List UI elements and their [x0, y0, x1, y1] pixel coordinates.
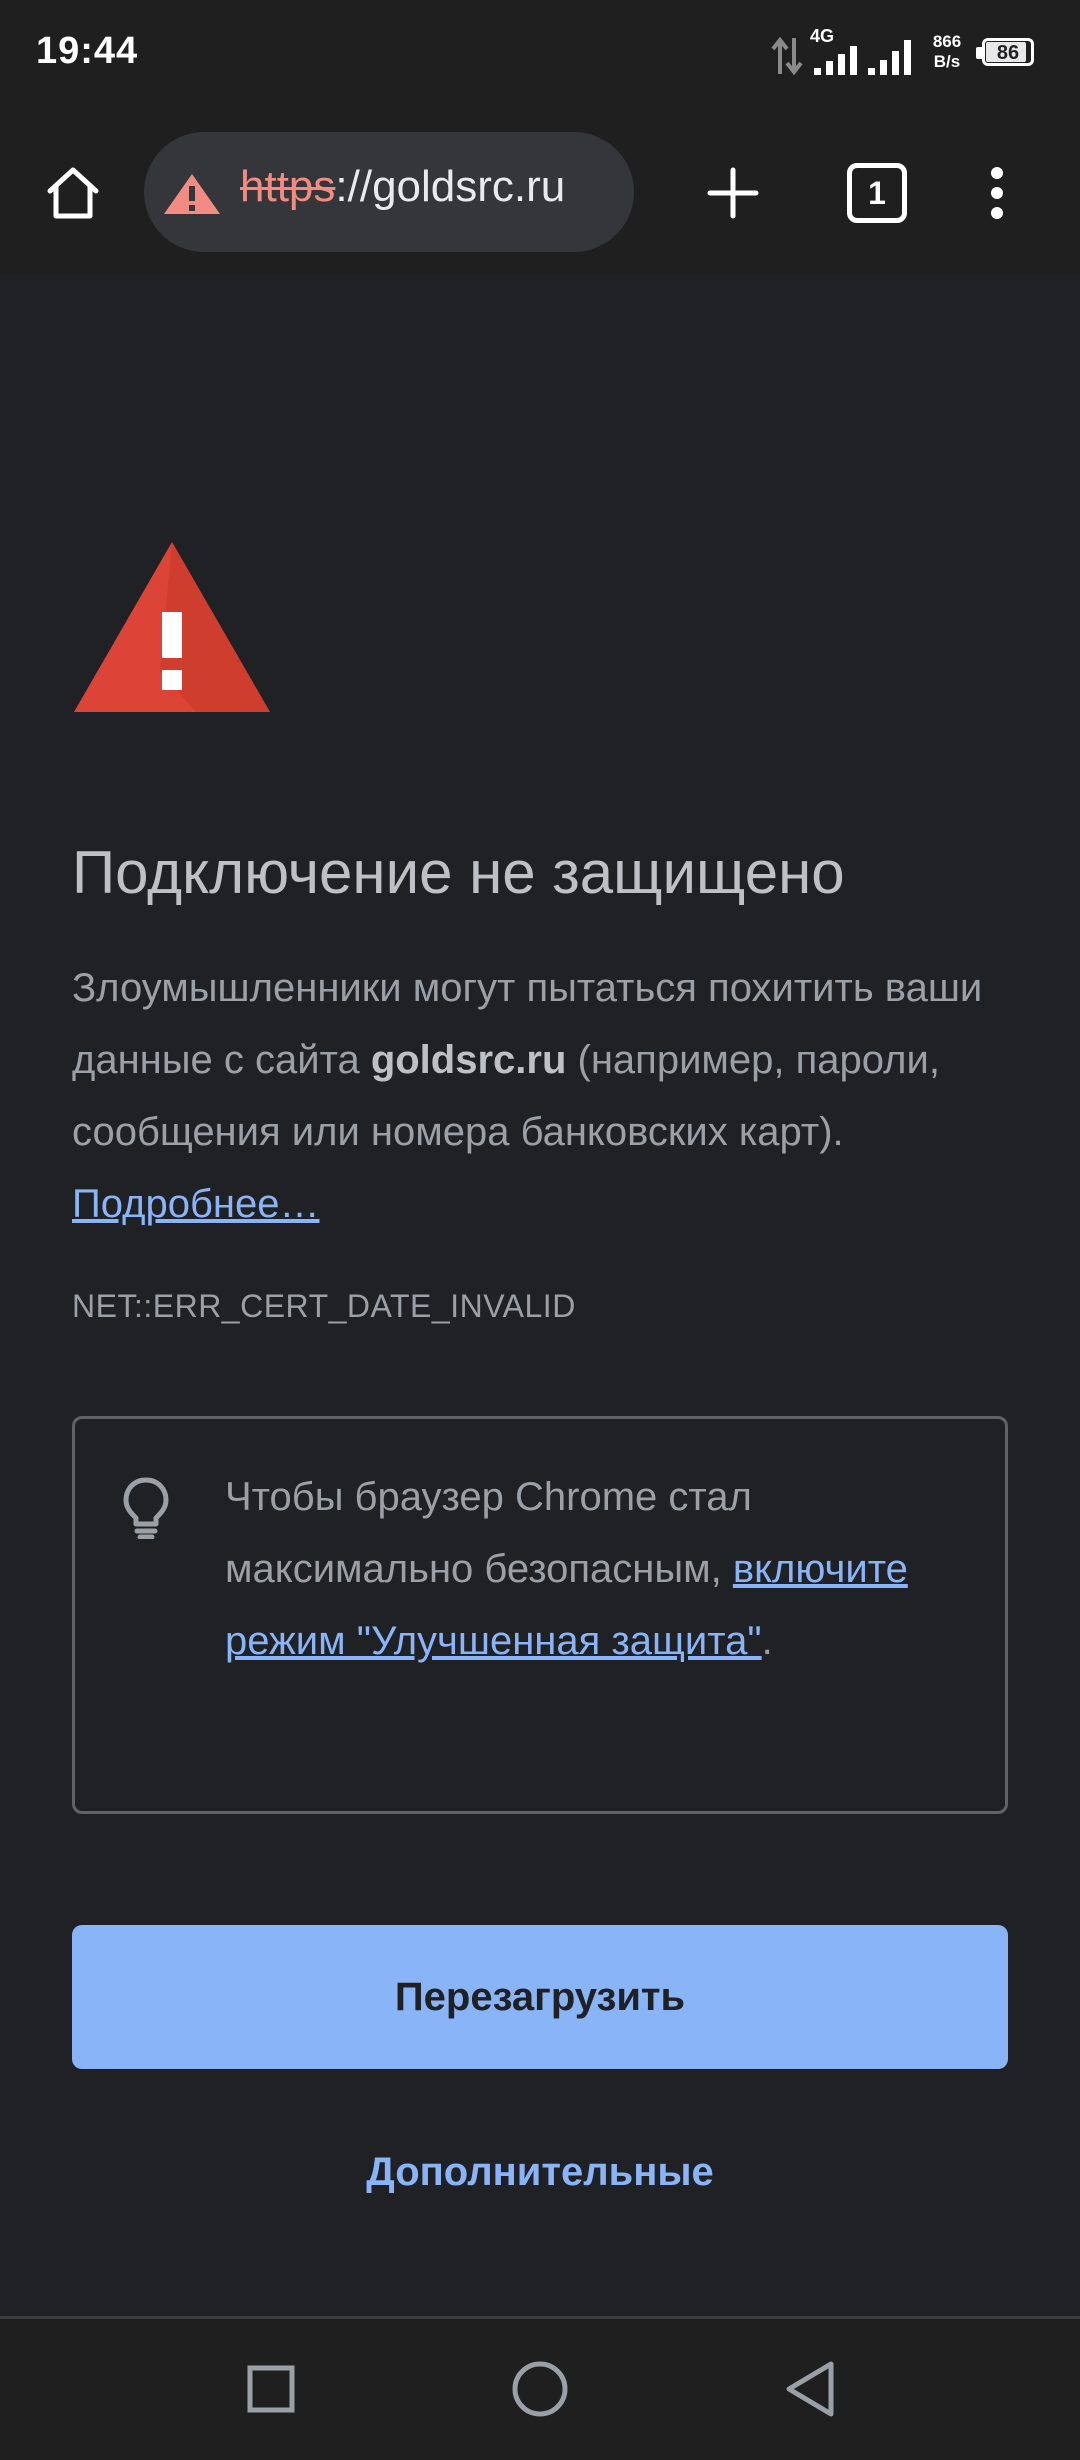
reload-button[interactable]: Перезагрузить — [72, 1925, 1008, 2069]
battery-level: 86 — [996, 42, 1020, 64]
warning-triangle-icon — [74, 542, 270, 712]
security-warning-icon[interactable] — [162, 172, 222, 216]
tip-message: Чтобы браузер Chrome стал максимально бе… — [225, 1475, 752, 1591]
tip-text: Чтобы браузер Chrome стал максимально бе… — [225, 1461, 965, 1677]
lightbulb-icon — [123, 1477, 169, 1539]
net-speed-unit: B/s — [933, 52, 961, 71]
system-navigation-bar — [0, 2316, 1080, 2460]
back-triangle-icon — [786, 2361, 834, 2417]
tip-end: . — [761, 1619, 773, 1663]
error-description: Злоумышленники могут пытаться похитить в… — [72, 952, 1012, 1240]
back-button[interactable] — [755, 2339, 865, 2439]
net-speed-value: 866 — [932, 32, 962, 51]
address-bar[interactable]: https://goldsrc.ru — [144, 132, 634, 252]
chrome-insecure-connection-page: 19:44 4G 866 B/s 86 https://goldsrc.ru 1… — [0, 0, 1080, 2460]
more-vert-icon — [991, 166, 1003, 219]
home-button[interactable] — [18, 110, 128, 275]
status-bar: 19:44 4G 866 B/s 86 — [0, 0, 1080, 110]
browser-toolbar: https://goldsrc.ru 1 — [0, 110, 1080, 275]
tab-switcher-button[interactable]: 1 — [822, 110, 932, 275]
home-nav-button[interactable] — [485, 2339, 595, 2439]
error-code: NET::ERR_CERT_DATE_INVALID — [72, 1288, 576, 1324]
status-time: 19:44 — [36, 30, 139, 72]
url-scheme: https — [240, 162, 336, 211]
battery-icon: 86 — [976, 38, 1040, 70]
safe-browsing-tip-box: Чтобы браузер Chrome стал максимально бе… — [72, 1416, 1008, 1814]
recents-button[interactable] — [216, 2339, 326, 2439]
new-tab-button[interactable] — [678, 110, 788, 275]
url-text[interactable]: https://goldsrc.ru — [240, 162, 565, 212]
new-tab-icon — [707, 167, 759, 218]
page-title: Подключение не защищено — [72, 839, 845, 906]
data-transfer-icon — [771, 36, 803, 76]
menu-button[interactable] — [942, 110, 1052, 275]
tab-switcher-icon: 1 — [847, 162, 907, 223]
url-host: ://goldsrc.ru — [335, 162, 566, 211]
advanced-button[interactable]: Дополнительные — [0, 2150, 1080, 2195]
home-circle-icon — [512, 2361, 568, 2417]
network-type-label: 4G — [810, 26, 835, 46]
home-icon — [47, 167, 99, 218]
net-speed: 866 B/s — [918, 32, 976, 72]
signal-icon — [868, 40, 911, 75]
signal-4g-icon — [814, 46, 857, 75]
recents-square-icon — [247, 2365, 295, 2413]
learn-more-link[interactable]: Подробнее… — [72, 1182, 319, 1226]
site-domain: goldsrc.ru — [370, 1038, 567, 1082]
